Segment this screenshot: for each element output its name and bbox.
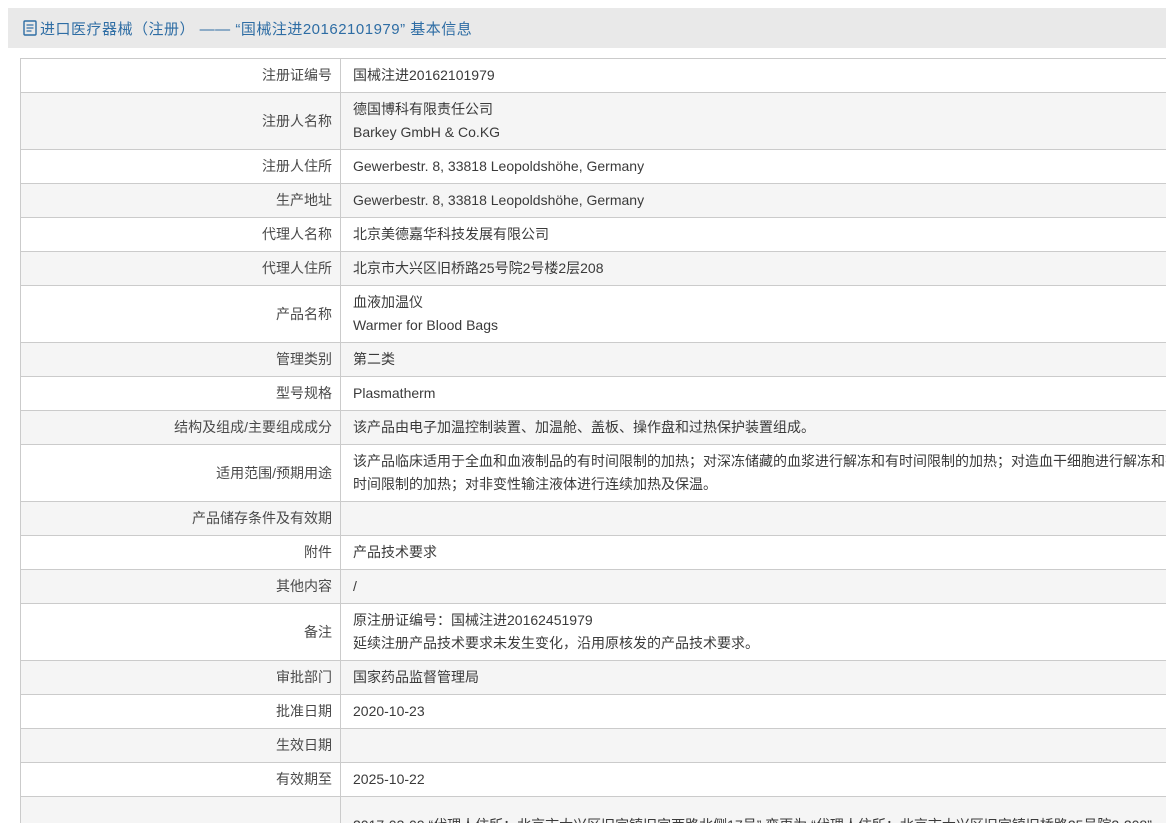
row-value: Gewerbestr. 8, 33818 Leopoldshöhe, Germa… bbox=[353, 158, 645, 174]
row-value: 2020-10-23 bbox=[353, 703, 425, 719]
table-row-other-content: 其他内容 / bbox=[21, 570, 1166, 604]
row-label: 注册人住所 bbox=[21, 150, 341, 183]
row-value: 国家药品监督管理局 bbox=[353, 669, 479, 685]
row-value: 产品技术要求 bbox=[353, 544, 437, 560]
page-title: 进口医疗器械（注册） —— “国械注进20162101979” 基本信息 bbox=[40, 20, 473, 38]
row-label: 其他内容 bbox=[21, 570, 341, 603]
row-label: 备注 bbox=[21, 604, 341, 660]
row-label: 产品储存条件及有效期 bbox=[21, 502, 341, 535]
table-row-registration-number: 注册证编号 国械注进20162101979 bbox=[21, 59, 1166, 93]
row-label bbox=[21, 797, 341, 823]
row-value: 国械注进20162101979 bbox=[353, 67, 495, 83]
row-value bbox=[341, 507, 1166, 530]
table-row-approval-department: 审批部门 国家药品监督管理局 bbox=[21, 661, 1166, 695]
row-label: 生产地址 bbox=[21, 184, 341, 217]
table-row-storage-conditions: 产品储存条件及有效期 bbox=[21, 502, 1166, 536]
row-value: 第二类 bbox=[353, 351, 395, 367]
row-value: 该产品临床适用于全血和血液制品的有时间限制的加热；对深冻储藏的血浆进行解冻和有时… bbox=[353, 453, 1166, 492]
row-label: 产品名称 bbox=[21, 286, 341, 342]
row-value: / bbox=[353, 578, 357, 594]
row-value: 该产品由电子加温控制装置、加温舱、盖板、操作盘和过热保护装置组成。 bbox=[353, 419, 815, 435]
table-row-management-class: 管理类别 第二类 bbox=[21, 343, 1166, 377]
row-label: 注册证编号 bbox=[21, 59, 341, 92]
table-row-change-history: 2017-03-09 “代理人住所：北京市大兴区旧宫镇旧宫西路北侧17号” 变更… bbox=[21, 797, 1166, 823]
row-label: 结构及组成/主要组成成分 bbox=[21, 411, 341, 444]
row-value: 北京市大兴区旧桥路25号院2号楼2层208 bbox=[353, 260, 604, 276]
row-label: 有效期至 bbox=[21, 763, 341, 796]
table-row-intended-use: 适用范围/预期用途 该产品临床适用于全血和血液制品的有时间限制的加热；对深冻储藏… bbox=[21, 445, 1166, 502]
header-inner: 进口医疗器械（注册） —— “国械注进20162101979” 基本信息 bbox=[8, 18, 472, 39]
table-row-remarks: 备注 原注册证编号：国械注进20162451979 延续注册产品技术要求未发生变… bbox=[21, 604, 1166, 661]
header-bar: 进口医疗器械（注册） —— “国械注进20162101979” 基本信息 bbox=[8, 8, 1166, 48]
table-row-attachment: 附件 产品技术要求 bbox=[21, 536, 1166, 570]
row-label: 注册人名称 bbox=[21, 93, 341, 149]
row-value: 2017-03-09 “代理人住所：北京市大兴区旧宫镇旧宫西路北侧17号” 变更… bbox=[341, 814, 1166, 823]
row-label: 适用范围/预期用途 bbox=[21, 445, 341, 501]
row-label: 型号规格 bbox=[21, 377, 341, 410]
row-value: 原注册证编号：国械注进20162451979 延续注册产品技术要求未发生变化，沿… bbox=[353, 612, 759, 651]
row-label: 附件 bbox=[21, 536, 341, 569]
row-label: 批准日期 bbox=[21, 695, 341, 728]
row-value: 北京美德嘉华科技发展有限公司 bbox=[353, 226, 549, 242]
table-row-structure-composition: 结构及组成/主要组成成分 该产品由电子加温控制装置、加温舱、盖板、操作盘和过热保… bbox=[21, 411, 1166, 445]
row-value: 血液加温仪 Warmer for Blood Bags bbox=[353, 294, 498, 333]
row-value: 德国博科有限责任公司 Barkey GmbH & Co.KG bbox=[353, 101, 501, 140]
table-row-registrant-name: 注册人名称 德国博科有限责任公司 Barkey GmbH & Co.KG bbox=[21, 93, 1166, 150]
row-label: 管理类别 bbox=[21, 343, 341, 376]
row-label: 生效日期 bbox=[21, 729, 341, 762]
table-row-effective-date: 生效日期 bbox=[21, 729, 1166, 763]
row-label: 审批部门 bbox=[21, 661, 341, 694]
document-icon bbox=[23, 20, 37, 36]
table-row-agent-name: 代理人名称 北京美德嘉华科技发展有限公司 bbox=[21, 218, 1166, 252]
registration-info-table: 注册证编号 国械注进20162101979 注册人名称 德国博科有限责任公司 B… bbox=[20, 58, 1166, 823]
row-value bbox=[341, 734, 1166, 757]
table-row-approval-date: 批准日期 2020-10-23 bbox=[21, 695, 1166, 729]
row-value: Plasmatherm bbox=[353, 385, 436, 401]
row-label: 代理人住所 bbox=[21, 252, 341, 285]
table-row-model-spec: 型号规格 Plasmatherm bbox=[21, 377, 1166, 411]
row-value: Gewerbestr. 8, 33818 Leopoldshöhe, Germa… bbox=[353, 192, 645, 208]
table-row-valid-until: 有效期至 2025-10-22 bbox=[21, 763, 1166, 797]
table-row-registrant-address: 注册人住所 Gewerbestr. 8, 33818 Leopoldshöhe,… bbox=[21, 150, 1166, 184]
table-row-production-address: 生产地址 Gewerbestr. 8, 33818 Leopoldshöhe, … bbox=[21, 184, 1166, 218]
page: 进口医疗器械（注册） —— “国械注进20162101979” 基本信息 注册证… bbox=[0, 0, 1166, 823]
table-row-product-name: 产品名称 血液加温仪 Warmer for Blood Bags bbox=[21, 286, 1166, 343]
row-value: 2025-10-22 bbox=[353, 771, 425, 787]
table-row-agent-address: 代理人住所 北京市大兴区旧桥路25号院2号楼2层208 bbox=[21, 252, 1166, 286]
row-label: 代理人名称 bbox=[21, 218, 341, 251]
